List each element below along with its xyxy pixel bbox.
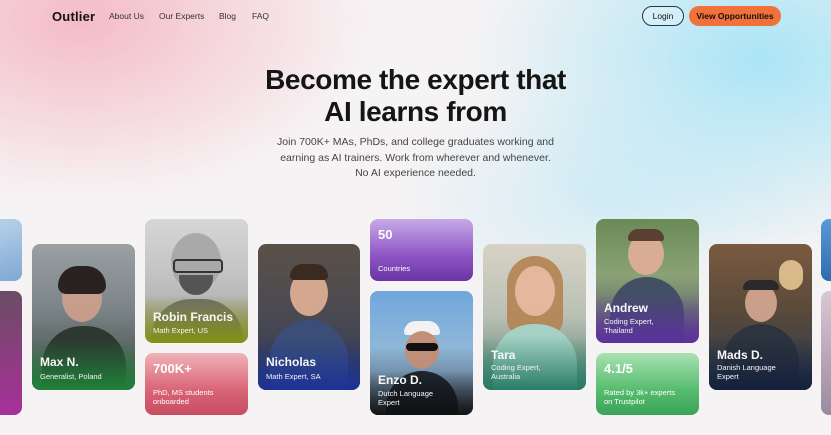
nav-link-faq[interactable]: FAQ <box>252 11 269 21</box>
expert-role-line-1: Coding Expert, <box>604 317 654 326</box>
stat-value: 4.1/5 <box>604 361 633 376</box>
expert-role-line-2: Expert <box>378 398 400 407</box>
expert-role-line-2: Australia <box>491 372 521 381</box>
expert-name: Mads D. <box>717 348 764 362</box>
top-nav: Outlier About Us Our Experts Blog FAQ Lo… <box>0 0 831 34</box>
hero-subtitle-line-1: Join 700K+ MAs, PhDs, and college gradua… <box>277 136 554 148</box>
nav-link-about-us[interactable]: About Us <box>109 11 144 21</box>
card-overlay <box>258 340 360 390</box>
expert-role-line-1: Coding Expert, <box>491 363 541 372</box>
body-shape <box>42 326 126 390</box>
sunglasses-icon <box>406 343 438 351</box>
expert-name: Max N. <box>40 355 79 369</box>
expert-card-andrew[interactable]: Andrew Coding Expert, Thailand <box>596 219 699 343</box>
expert-card-nicholas[interactable]: Nicholas Math Expert, SA <box>258 244 360 390</box>
nav-link-blog[interactable]: Blog <box>219 11 236 21</box>
hero-subtitle-line-2: earning as AI trainers. Work from wherev… <box>280 151 551 164</box>
view-opportunities-button[interactable]: View Opportunities <box>689 6 781 26</box>
stat-label-line-2: onboarded <box>153 397 189 406</box>
card-overlay <box>483 336 586 390</box>
glasses-icon <box>173 259 223 273</box>
beard-shape <box>179 275 213 295</box>
stat-value: 50 <box>378 227 393 242</box>
hero-subtitle-line-3: No AI experience needed. <box>355 167 476 179</box>
avatar <box>405 331 439 369</box>
expert-role-line-2: Expert <box>717 372 739 381</box>
expert-role: Math Expert, SA <box>266 372 321 381</box>
expert-name: Tara <box>491 348 516 362</box>
body-shape <box>270 320 348 390</box>
body-shape <box>151 299 243 343</box>
expert-role: Generalist, Poland <box>40 372 102 381</box>
hero-subtitle: Join 700K+ MAs, PhDs, and college gradua… <box>265 135 566 182</box>
stat-label-line-1: Rated by 3k+ experts <box>604 388 676 397</box>
stat-value: 700K+ <box>153 361 192 376</box>
cap-shape <box>743 280 779 290</box>
edge-card-right-top[interactable] <box>821 219 831 281</box>
expert-role: Math Expert, US <box>153 326 209 335</box>
hero-title: Become the expert that AI learns from <box>200 64 631 128</box>
card-overlay <box>370 371 473 415</box>
body-shape <box>723 324 799 390</box>
expert-role-line-2: Thailand <box>604 326 633 335</box>
hero-title-line-2: AI learns from <box>324 96 507 127</box>
expert-name: Enzo D. <box>378 373 422 387</box>
expert-name: Robin Francis <box>153 310 234 324</box>
card-overlay <box>145 295 248 343</box>
edge-card-left-top[interactable] <box>0 219 22 281</box>
stat-label-line-1: Countries <box>378 264 411 273</box>
edge-card-left-bottom[interactable] <box>0 291 22 415</box>
stat-label-line-2: on Trustpilot <box>604 397 645 406</box>
expert-role-line-1: Danish Language <box>717 363 776 372</box>
expert-name: Nicholas <box>266 355 317 369</box>
outlier-logo[interactable]: Outlier <box>52 9 95 24</box>
stat-label-line-1: PhD, MS students <box>153 388 214 397</box>
edge-card-right-bottom[interactable] <box>821 291 831 415</box>
body-shape <box>493 324 577 390</box>
hero-title-line-1: Become the expert that <box>265 64 566 95</box>
nav-link-our-experts[interactable]: Our Experts <box>159 11 204 21</box>
expert-name: Andrew <box>604 301 649 315</box>
card-overlay <box>32 340 135 390</box>
stat-card-rating[interactable]: 4.1/5 Rated by 3k+ experts on Trustpilot <box>596 353 699 415</box>
card-overlay <box>709 336 812 390</box>
body-shape <box>386 371 458 415</box>
expert-card-max[interactable]: Max N. Generalist, Poland <box>32 244 135 390</box>
login-button[interactable]: Login <box>642 6 684 26</box>
hair-shape <box>290 264 328 280</box>
expert-card-enzo[interactable]: Enzo D. Dutch Language Expert <box>370 291 473 415</box>
body-shape <box>610 277 684 343</box>
hair-shape <box>58 266 106 294</box>
avatar <box>515 266 555 316</box>
lamp-shape <box>779 260 803 290</box>
expert-card-mads[interactable]: Mads D. Danish Language Expert <box>709 244 812 390</box>
stat-card-students[interactable]: 700K+ PhD, MS students onboarded <box>145 353 248 415</box>
stat-card-countries[interactable]: 50 Countries <box>370 219 473 281</box>
expert-card-robin[interactable]: Robin Francis Math Expert, US <box>145 219 248 343</box>
card-overlay <box>596 293 699 343</box>
expert-card-tara[interactable]: Tara Coding Expert, Australia <box>483 244 586 390</box>
hair-shape <box>628 229 664 241</box>
expert-role-line-1: Dutch Language <box>378 389 434 398</box>
